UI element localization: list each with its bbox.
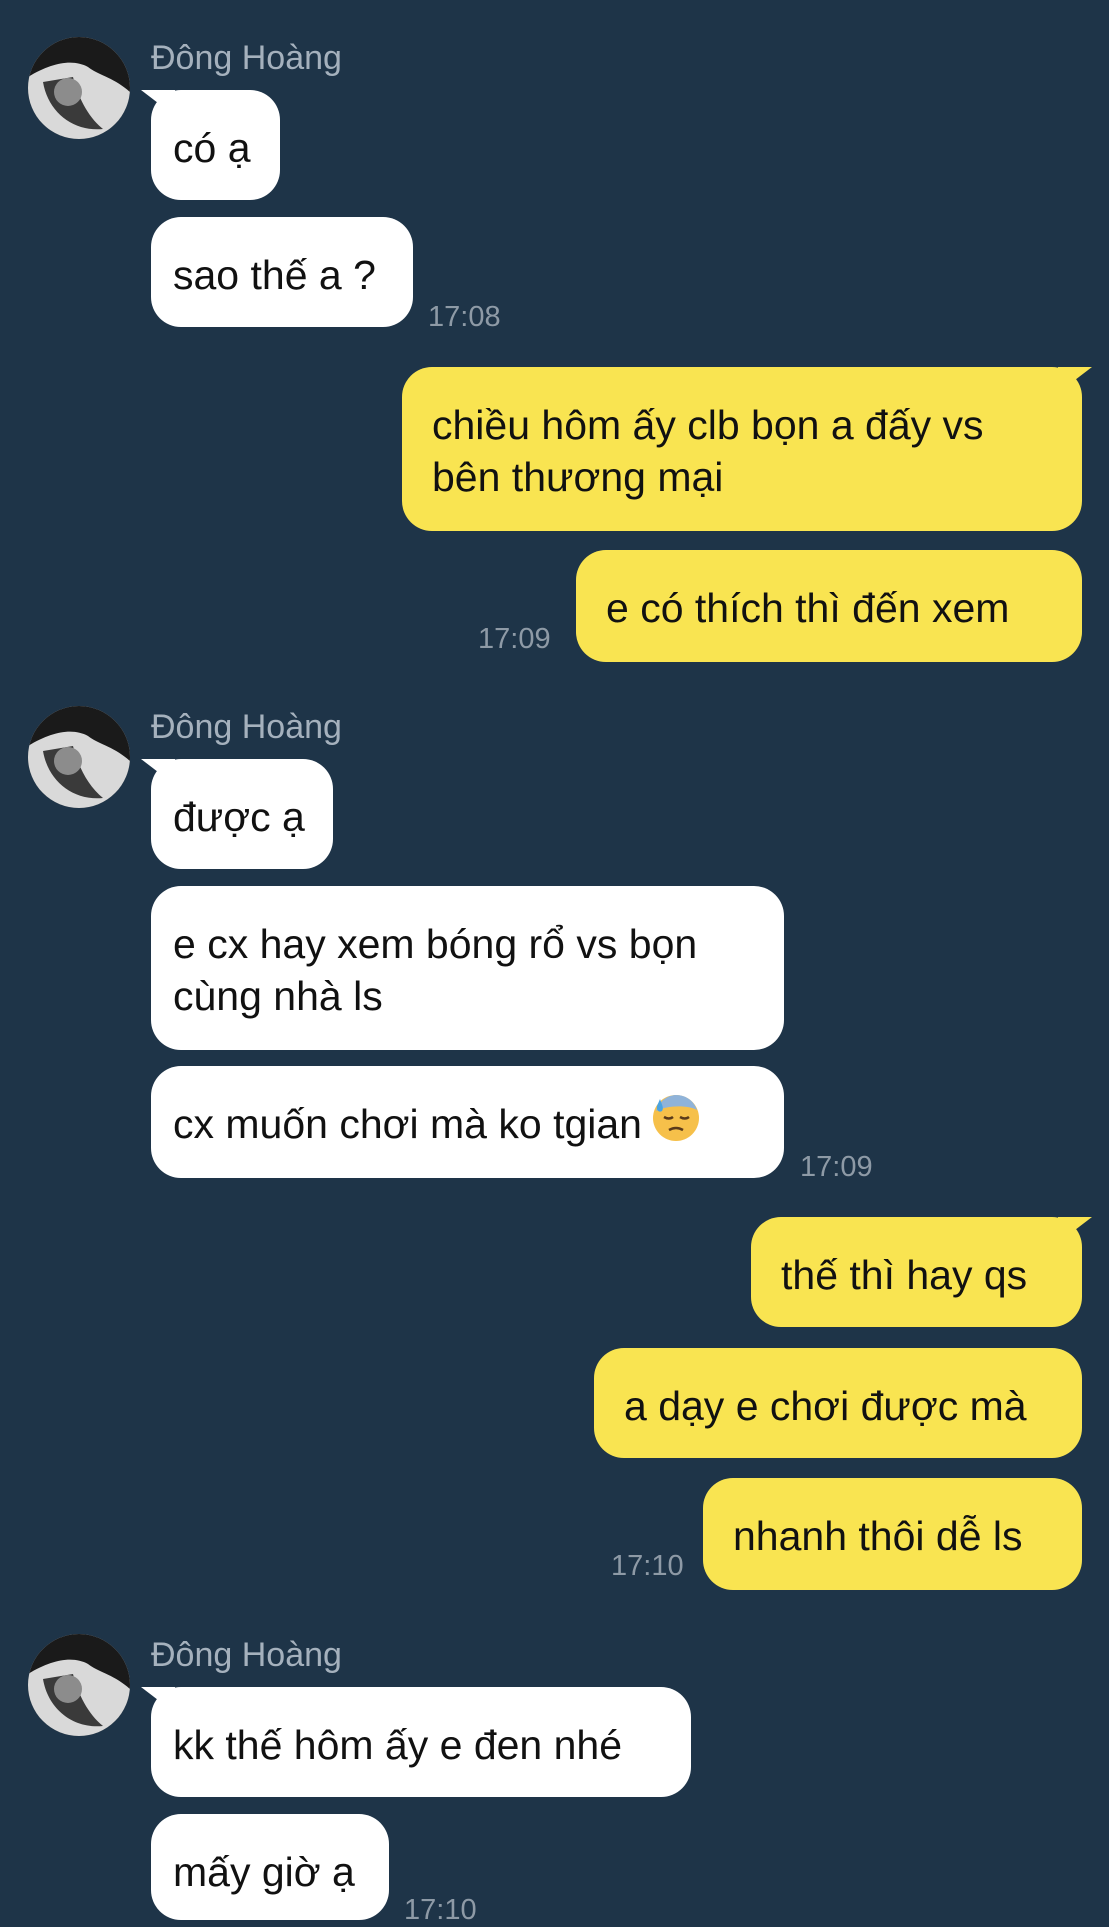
message-bubble[interactable]: a dạy e chơi được mà: [594, 1348, 1082, 1458]
message-text: có ạ: [173, 125, 251, 171]
message-bubble[interactable]: sao thế a ?: [151, 217, 413, 327]
message-bubble[interactable]: cx muốn chơi mà ko tgian: [151, 1066, 784, 1178]
message-bubble[interactable]: được ạ: [141, 759, 333, 869]
avatar[interactable]: [28, 1634, 130, 1736]
message-text: sao thế a ?: [173, 252, 376, 298]
message-text: chiều hôm ấy clb bọn a đấy vs bên thương…: [432, 402, 984, 500]
message-timestamp: 17:08: [428, 301, 501, 333]
message-bubble[interactable]: e cx hay xem bóng rổ vs bọn cùng nhà ls: [151, 886, 784, 1050]
sender-name: Đông Hoàng: [151, 708, 342, 746]
message-bubble[interactable]: có ạ: [141, 90, 280, 200]
message-text: mấy giờ ạ: [173, 1849, 355, 1895]
bubble-tail: [141, 759, 175, 785]
avatar[interactable]: [28, 706, 130, 808]
message-bubble[interactable]: thế thì hay qs: [751, 1217, 1092, 1327]
message-timestamp: 17:09: [478, 623, 551, 655]
message-bubble[interactable]: kk thế hôm ấy e đen nhé: [141, 1687, 691, 1797]
message-timestamp: 17:10: [611, 1550, 684, 1582]
message-text: e có thích thì đến xem: [606, 585, 1010, 631]
message-timestamp: 17:09: [800, 1151, 873, 1183]
message-bubble[interactable]: chiều hôm ấy clb bọn a đấy vs bên thương…: [402, 367, 1092, 531]
chat-message-list[interactable]: Đông Hoàng có ạ sao thế a ? 17:08 chiều …: [0, 0, 1109, 1926]
message-bubble[interactable]: e có thích thì đến xem: [576, 550, 1082, 662]
message-bubble[interactable]: nhanh thôi dễ ls: [703, 1478, 1082, 1590]
bubble-tail: [1058, 1217, 1092, 1243]
bubble-tail: [141, 90, 175, 116]
sender-name: Đông Hoàng: [151, 39, 342, 77]
message-text: kk thế hôm ấy e đen nhé: [173, 1722, 623, 1768]
sender-name: Đông Hoàng: [151, 1636, 342, 1674]
message-text: a dạy e chơi được mà: [624, 1383, 1027, 1429]
message-text: thế thì hay qs: [781, 1252, 1028, 1298]
avatar[interactable]: [28, 37, 130, 139]
message-text: nhanh thôi dễ ls: [733, 1513, 1023, 1559]
message-text: e cx hay xem bóng rổ vs bọn cùng nhà ls: [173, 921, 698, 1019]
message-timestamp: 17:10: [404, 1894, 477, 1926]
message-text: được ạ: [173, 794, 305, 840]
message-text: cx muốn chơi mà ko tgian: [173, 1095, 754, 1155]
downcast-face-with-sweat-icon: [650, 1091, 702, 1155]
bubble-tail: [1058, 367, 1092, 393]
bubble-tail: [141, 1687, 175, 1713]
message-text-content: cx muốn chơi mà ko tgian: [173, 1101, 642, 1147]
message-bubble[interactable]: mấy giờ ạ: [151, 1814, 389, 1920]
